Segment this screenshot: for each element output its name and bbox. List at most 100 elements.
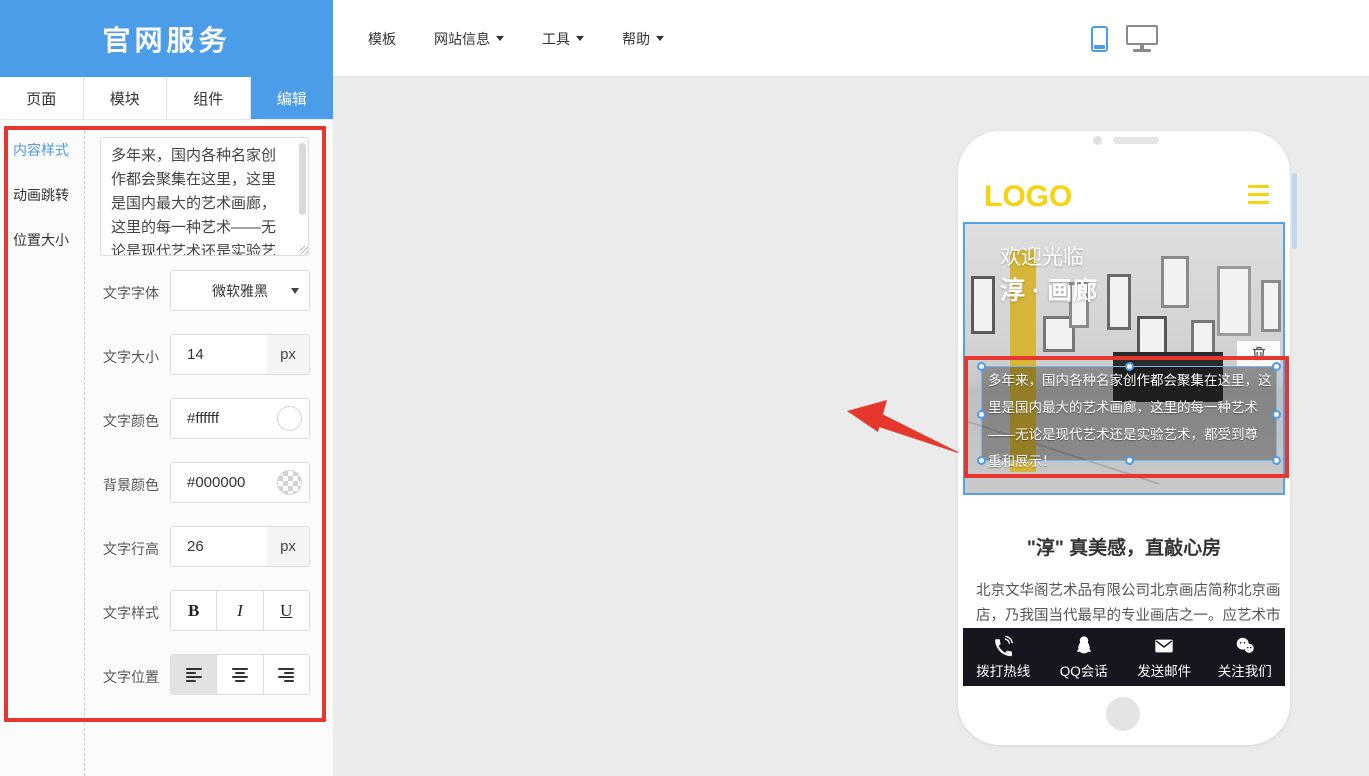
text-color-control xyxy=(170,398,310,439)
align-left-icon xyxy=(186,668,202,682)
align-right-button[interactable] xyxy=(264,655,309,694)
content-text-input[interactable]: 多年来，国内各种名家创作都会聚集在这里，这里是国内最大的艺术画廊，这里的每一种艺… xyxy=(100,137,309,256)
menu-item-site-info[interactable]: 网站信息 xyxy=(434,29,504,49)
hero-image-block[interactable]: 欢迎光临 淳 · 画廊 多年来，国内各种名家创作都会聚集在这里，这 里是国内最大… xyxy=(963,222,1285,495)
align-center-icon xyxy=(232,668,248,682)
line-height-label: 文字行高 xyxy=(103,539,167,559)
italic-button[interactable]: I xyxy=(217,591,263,630)
bg-color-control xyxy=(170,462,310,503)
picture-frame xyxy=(971,276,995,334)
align-left-button[interactable] xyxy=(171,655,217,694)
font-size-control: px xyxy=(170,334,310,375)
chevron-down-icon xyxy=(576,36,584,41)
monitor-base xyxy=(1133,49,1151,52)
selected-text-block[interactable]: 多年来，国内各种名家创作都会聚集在这里，这 里是国内最大的艺术画廊，这里的每一种… xyxy=(981,366,1277,461)
resize-handle-nw[interactable] xyxy=(977,362,986,371)
tab-component[interactable]: 组件 xyxy=(167,77,251,119)
picture-frame xyxy=(1107,274,1131,330)
mail-icon xyxy=(1152,635,1176,657)
resize-handle-s[interactable] xyxy=(1125,456,1134,465)
menu-item-tools[interactable]: 工具 xyxy=(542,29,584,49)
tab-module[interactable]: 模块 xyxy=(84,77,168,119)
nav-send-email[interactable]: 发送邮件 xyxy=(1124,628,1205,686)
textarea-resize-handle[interactable] xyxy=(300,246,308,254)
line-height-input[interactable] xyxy=(171,527,267,566)
font-family-label: 文字字体 xyxy=(103,283,167,303)
line-height-unit: px xyxy=(267,527,309,566)
hamburger-menu-icon[interactable] xyxy=(1248,185,1269,209)
chevron-down-icon xyxy=(656,36,664,41)
menu-item-help[interactable]: 帮助 xyxy=(622,29,664,49)
section-animation-link[interactable]: 动画跳转 xyxy=(13,185,69,205)
font-family-select[interactable]: 微软雅黑 xyxy=(170,270,310,311)
preview-section-paragraph: 北京文华阁艺术品有限公司北京画店简称北京画 店，乃我国当代最早的专业画店之一。应… xyxy=(976,579,1272,629)
text-color-swatch[interactable] xyxy=(277,406,302,431)
top-toolbar: 模板 网站信息 工具 帮助 xyxy=(333,0,1369,77)
phone-call-icon xyxy=(992,635,1014,657)
hero-brand-text: 淳 · 画廊 xyxy=(1000,271,1097,307)
text-style-label: 文字样式 xyxy=(103,603,167,623)
resize-handle-n[interactable] xyxy=(1125,362,1134,371)
line-height-control: px xyxy=(170,526,310,567)
site-header-block[interactable]: LOGO xyxy=(963,168,1285,222)
site-logo: LOGO xyxy=(984,180,1072,214)
nav-qq-chat[interactable]: QQ会话 xyxy=(1044,628,1125,686)
paragraph-line: 店，乃我国当代最早的专业画店之一。应艺术市 xyxy=(976,604,1272,629)
phone-mockup: LOGO 欢迎光临 淳 · 画廊 多年来，国内各种名家创作都会聚集在这里，这 里… xyxy=(958,131,1290,745)
chevron-down-icon xyxy=(496,36,504,41)
phone-speaker xyxy=(1113,137,1159,144)
menu-item-templates[interactable]: 模板 xyxy=(368,29,396,49)
desktop-view-icon[interactable] xyxy=(1126,25,1158,52)
overlay-line: ——无论是现代艺术还是实验艺术，都受到尊 xyxy=(982,421,1276,448)
sidebar-tabs: 页面 模块 组件 编辑 xyxy=(0,77,333,120)
resize-handle-se[interactable] xyxy=(1272,456,1281,465)
resize-handle-e[interactable] xyxy=(1272,410,1281,419)
annotation-arrow xyxy=(843,398,968,466)
device-preview-toggle xyxy=(1091,0,1158,77)
resize-handle-w[interactable] xyxy=(977,410,986,419)
bg-color-label: 背景颜色 xyxy=(103,475,167,495)
textarea-scrollbar[interactable] xyxy=(299,143,306,215)
text-align-group xyxy=(170,654,310,695)
phone-camera-dot xyxy=(1093,136,1102,145)
align-center-button[interactable] xyxy=(217,655,263,694)
monitor-screen xyxy=(1126,25,1158,45)
section-position-size[interactable]: 位置大小 xyxy=(13,230,69,250)
resize-handle-ne[interactable] xyxy=(1272,362,1281,371)
tab-edit[interactable]: 编辑 xyxy=(251,77,334,119)
bold-button[interactable]: B xyxy=(171,591,217,630)
top-menu: 模板 网站信息 工具 帮助 xyxy=(368,0,664,77)
tab-page[interactable]: 页面 xyxy=(0,77,84,119)
section-content-style[interactable]: 内容样式 xyxy=(13,140,69,160)
text-color-label: 文字颜色 xyxy=(103,411,167,431)
mobile-view-icon[interactable] xyxy=(1091,26,1108,52)
trash-icon xyxy=(1252,346,1266,361)
phone-home-button[interactable] xyxy=(1106,697,1140,731)
app-title: 官网服务 xyxy=(102,19,230,59)
chevron-down-icon xyxy=(291,288,299,294)
text-style-group: B I U xyxy=(170,590,310,631)
paragraph-line: 北京文华阁艺术品有限公司北京画店简称北京画 xyxy=(976,579,1272,604)
qq-icon xyxy=(1073,635,1095,657)
bg-color-input[interactable] xyxy=(171,463,267,502)
underline-button[interactable]: U xyxy=(264,591,309,630)
edit-panel: 内容样式 动画跳转 位置大小 多年来，国内各种名家创作都会聚集在这里，这里是国内… xyxy=(0,120,333,776)
font-size-input[interactable] xyxy=(171,335,267,374)
bg-color-swatch[interactable] xyxy=(277,470,302,495)
text-align-label: 文字位置 xyxy=(103,667,167,687)
preview-bottom-nav: 拨打热线 QQ会话 发送邮件 关注我们 xyxy=(963,628,1285,686)
resize-handle-sw[interactable] xyxy=(977,456,986,465)
align-right-icon xyxy=(278,668,294,682)
preview-scrollbar[interactable] xyxy=(1292,173,1297,249)
preview-section-heading: "淳" 真美感，直敲心房 xyxy=(963,533,1285,560)
overlay-line: 多年来，国内各种名家创作都会聚集在这里，这 xyxy=(982,367,1276,394)
picture-frame xyxy=(1217,266,1251,336)
picture-frame xyxy=(1161,256,1189,308)
nav-follow-us[interactable]: 关注我们 xyxy=(1205,628,1286,686)
picture-frame xyxy=(1261,280,1281,332)
nav-call-hotline[interactable]: 拨打热线 xyxy=(963,628,1044,686)
font-size-label: 文字大小 xyxy=(103,347,167,367)
wechat-icon xyxy=(1233,635,1257,657)
app-header: 官网服务 xyxy=(0,0,333,77)
text-color-input[interactable] xyxy=(171,399,267,438)
